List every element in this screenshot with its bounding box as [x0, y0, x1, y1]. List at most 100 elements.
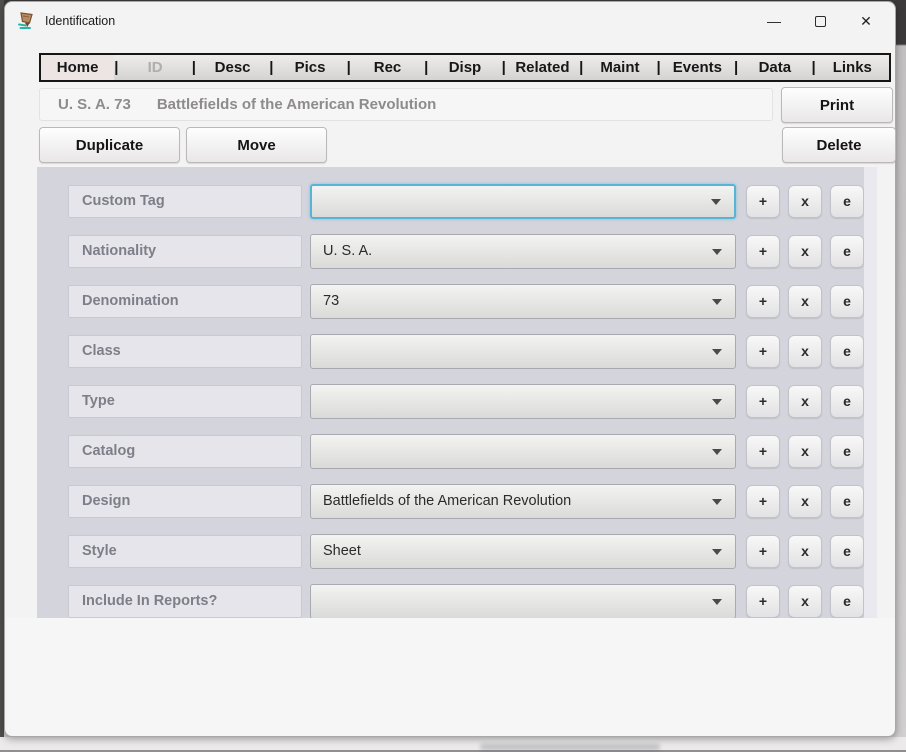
dropdown-value: Battlefields of the American Revolution	[323, 493, 572, 509]
chevron-down-icon	[712, 499, 722, 505]
style-dropdown[interactable]: Sheet	[310, 533, 736, 569]
chevron-down-icon	[712, 249, 722, 255]
close-button[interactable]: ✕	[843, 5, 889, 37]
app-stamp-icon	[18, 12, 33, 29]
move-button[interactable]: Move	[186, 127, 327, 163]
add-button[interactable]: +	[746, 484, 780, 518]
chevron-down-icon	[712, 349, 722, 355]
window-title: Identification	[45, 14, 116, 28]
dropdown-value: Sheet	[323, 543, 361, 559]
form-row-catalog: Catalog + x e	[37, 426, 877, 476]
remove-button[interactable]: x	[788, 334, 822, 368]
tab-maint[interactable]: Maint	[583, 55, 656, 80]
tab-related[interactable]: Related	[506, 55, 579, 80]
class-dropdown[interactable]	[310, 333, 736, 369]
remove-button[interactable]: x	[788, 184, 822, 218]
edit-button[interactable]: e	[830, 334, 864, 368]
chevron-down-icon	[712, 449, 722, 455]
tab-desc[interactable]: Desc	[196, 55, 269, 80]
tab-strip: Home | ID | Desc | Pics | Rec | Disp | R…	[39, 53, 891, 82]
edit-button[interactable]: e	[830, 384, 864, 418]
remove-button[interactable]: x	[788, 384, 822, 418]
tab-home[interactable]: Home	[41, 55, 115, 80]
chevron-down-icon	[712, 399, 722, 405]
content-footer-area	[6, 618, 895, 736]
add-button[interactable]: +	[746, 584, 780, 618]
form-row-design: Design Battlefields of the American Revo…	[37, 476, 877, 526]
denomination-dropdown[interactable]: 73	[310, 283, 736, 319]
taskbar-icons-blur	[480, 744, 660, 750]
form-row-type: Type + x e	[37, 376, 877, 426]
remove-button[interactable]: x	[788, 584, 822, 618]
tab-rec[interactable]: Rec	[351, 55, 424, 80]
taskbar-strip	[0, 737, 906, 752]
add-button[interactable]: +	[746, 534, 780, 568]
add-button[interactable]: +	[746, 384, 780, 418]
edit-button[interactable]: e	[830, 184, 864, 218]
record-title: Battlefields of the American Revolution	[156, 96, 437, 113]
title-bar[interactable]: Identification — ✕	[5, 2, 895, 40]
id-form-panel: Custom Tag + x e Nationality U. S. A. + …	[37, 167, 877, 619]
print-button[interactable]: Print	[781, 87, 893, 123]
add-button[interactable]: +	[746, 184, 780, 218]
edit-button[interactable]: e	[830, 484, 864, 518]
form-row-custom-tag: Custom Tag + x e	[37, 176, 877, 226]
field-label: Denomination	[68, 284, 302, 318]
remove-button[interactable]: x	[788, 534, 822, 568]
tab-disp[interactable]: Disp	[428, 55, 501, 80]
form-row-nationality: Nationality U. S. A. + x e	[37, 226, 877, 276]
field-label: Custom Tag	[68, 184, 302, 218]
custom-tag-dropdown[interactable]	[310, 183, 736, 219]
add-button[interactable]: +	[746, 284, 780, 318]
chevron-down-icon	[712, 299, 722, 305]
type-dropdown[interactable]	[310, 383, 736, 419]
tab-links[interactable]: Links	[816, 55, 889, 80]
edit-button[interactable]: e	[830, 284, 864, 318]
design-dropdown[interactable]: Battlefields of the American Revolution	[310, 483, 736, 519]
desktop: Identification — ✕ Home | ID | Desc | Pi…	[0, 0, 906, 752]
chevron-down-icon	[712, 599, 722, 605]
add-button[interactable]: +	[746, 234, 780, 268]
field-label: Class	[68, 334, 302, 368]
include-in-reports-dropdown[interactable]	[310, 583, 736, 619]
tab-id: ID	[147, 59, 163, 76]
delete-button[interactable]: Delete	[782, 127, 896, 163]
dropdown-value: 73	[323, 293, 340, 309]
remove-button[interactable]: x	[788, 234, 822, 268]
maximize-icon	[814, 15, 826, 27]
tab-data[interactable]: Data	[738, 55, 811, 80]
remove-button[interactable]: x	[788, 434, 822, 468]
nationality-dropdown[interactable]: U. S. A.	[310, 233, 736, 269]
form-row-denomination: Denomination 73 + x e	[37, 276, 877, 326]
window-controls: — ✕	[751, 2, 889, 40]
chevron-down-icon	[711, 199, 721, 205]
scrollbar-track	[864, 167, 877, 618]
field-label: Style	[68, 534, 302, 568]
edit-button[interactable]: e	[830, 584, 864, 618]
edit-button[interactable]: e	[830, 434, 864, 468]
edit-button[interactable]: e	[830, 534, 864, 568]
identification-window: Identification — ✕ Home | ID | Desc | Pi…	[4, 1, 896, 737]
field-label: Catalog	[68, 434, 302, 468]
dropdown-value: U. S. A.	[323, 243, 373, 259]
remove-button[interactable]: x	[788, 484, 822, 518]
form-row-style: Style Sheet + x e	[37, 526, 877, 576]
add-button[interactable]: +	[746, 334, 780, 368]
minimize-button[interactable]: —	[751, 5, 797, 37]
maximize-button[interactable]	[797, 5, 843, 37]
field-label: Design	[68, 484, 302, 518]
duplicate-button[interactable]: Duplicate	[39, 127, 180, 163]
edit-button[interactable]: e	[830, 234, 864, 268]
tab-pics[interactable]: Pics	[273, 55, 346, 80]
record-id: U. S. A. 73	[58, 96, 131, 113]
add-button[interactable]: +	[746, 434, 780, 468]
field-label: Include In Reports?	[68, 584, 302, 618]
field-label: Nationality	[68, 234, 302, 268]
field-label: Type	[68, 384, 302, 418]
form-row-class: Class + x e	[37, 326, 877, 376]
remove-button[interactable]: x	[788, 284, 822, 318]
tab-events[interactable]: Events	[661, 55, 734, 80]
catalog-dropdown[interactable]	[310, 433, 736, 469]
record-header: U. S. A. 73 Battlefields of the American…	[39, 88, 773, 121]
chevron-down-icon	[712, 549, 722, 555]
